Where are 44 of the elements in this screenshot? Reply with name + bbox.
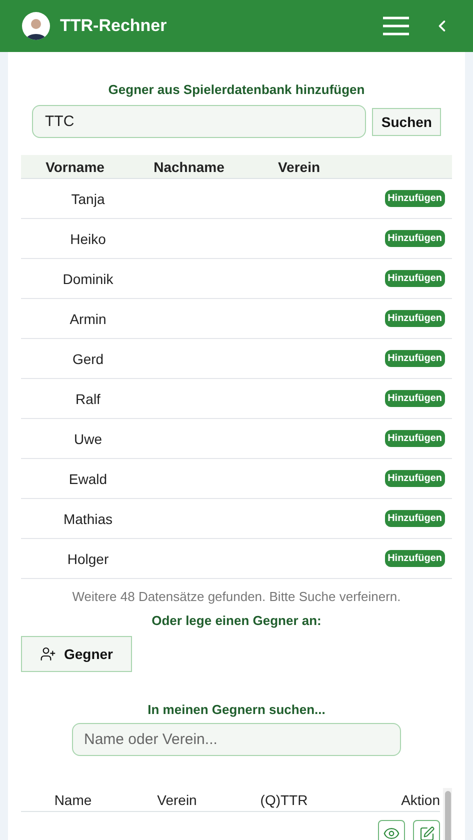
table-cell-text: Heiko: [69, 230, 107, 246]
add-button[interactable]: Hinzufügen: [384, 350, 445, 367]
table-cell-text: Ewald: [68, 470, 108, 486]
column-header: Nachname: [152, 158, 226, 174]
column-header: Verein: [276, 158, 322, 174]
search-field[interactable]: Name oder Verein...: [72, 723, 401, 756]
add-button[interactable]: Hinzufügen: [384, 430, 445, 447]
column-header: Aktion: [400, 792, 440, 808]
table-cell-text: Armin: [68, 310, 108, 326]
app-title: TTR-Rechner: [60, 16, 168, 36]
eye-icon: [383, 825, 400, 840]
edit-icon: [418, 826, 434, 840]
results-note: Weitere 48 Datensätze gefunden. Bitte Suche verfeinern.: [72, 589, 401, 604]
edit-button[interactable]: [413, 820, 440, 840]
column-header: Verein: [156, 792, 198, 808]
add-button[interactable]: Hinzufügen: [384, 190, 445, 207]
add-button[interactable]: Hinzufügen: [384, 270, 445, 287]
table-cell-text: Gerd: [71, 350, 105, 366]
section-heading: Gegner aus Spielerdatenbank hinzufügen: [108, 82, 365, 97]
table-cell-text: Dominik: [62, 270, 114, 286]
search-field[interactable]: TTC: [32, 105, 366, 138]
search-button[interactable]: Suchen: [372, 108, 441, 136]
column-header: (Q)TTR: [259, 792, 309, 808]
add-button[interactable]: Hinzufügen: [384, 310, 445, 327]
avatar: [22, 12, 50, 40]
column-header: Name: [53, 792, 93, 808]
add-opponent-button[interactable]: Gegner: [21, 636, 132, 672]
menu-icon[interactable]: [383, 16, 409, 36]
column-header: Vorname: [44, 158, 106, 174]
view-button[interactable]: [378, 820, 405, 840]
add-button[interactable]: Hinzufügen: [384, 230, 445, 247]
section-heading: Oder lege einen Gegner an:: [152, 613, 322, 628]
add-button[interactable]: Hinzufügen: [384, 470, 445, 487]
table-cell-text: Uwe: [72, 430, 103, 446]
section-heading: In meinen Gegnern suchen...: [148, 702, 326, 717]
table-cell-text: Holger: [66, 550, 110, 566]
add-button[interactable]: Hinzufügen: [384, 390, 445, 407]
add-button[interactable]: Hinzufügen: [384, 550, 445, 567]
add-button[interactable]: Hinzufügen: [384, 510, 445, 527]
table-cell-text: Ralf: [74, 390, 102, 406]
table-cell-text: Tanja: [70, 190, 106, 206]
add-user-icon: [40, 646, 56, 662]
table-cell-text: Mathias: [62, 510, 114, 526]
scrollbar[interactable]: [443, 788, 452, 840]
